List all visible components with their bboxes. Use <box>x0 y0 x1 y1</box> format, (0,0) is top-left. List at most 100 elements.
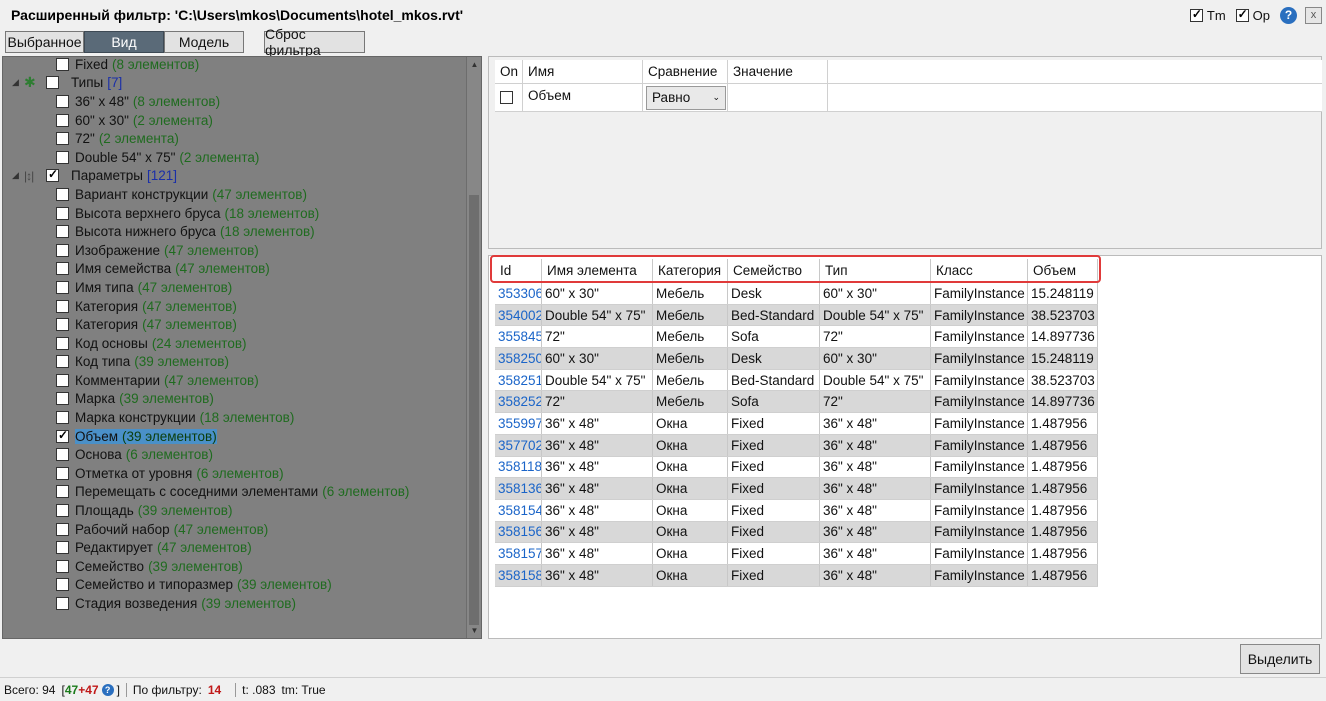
tree-item[interactable]: Семейство (39 элементов) <box>3 557 469 576</box>
help-icon[interactable]: ? <box>1280 6 1297 24</box>
table-row[interactable]: 357702 36" x 48" Окна Fixed 36" x 48" FamilyI… <box>495 434 1098 457</box>
tree-checkbox[interactable] <box>56 94 69 108</box>
col-header-comparison[interactable]: Сравнение <box>643 60 728 83</box>
tree-item[interactable]: Марка конструкции (18 элементов) <box>3 408 469 427</box>
element-id-link[interactable]: 358250 <box>495 348 542 369</box>
tree-item[interactable]: Вариант конструкции (47 элементов) <box>3 185 469 204</box>
tree-checkbox[interactable] <box>56 318 69 332</box>
tree-checkbox[interactable] <box>56 428 69 443</box>
table-row[interactable]: 358154 36" x 48" Окна Fixed 36" x 48" FamilyI… <box>495 499 1098 522</box>
element-id-link[interactable]: 358154 <box>495 499 542 521</box>
tree-checkbox[interactable] <box>56 373 69 387</box>
tm-checkbox[interactable] <box>1189 7 1203 22</box>
table-row[interactable]: 353306 60" x 30" Мебель Desk 60" x 30" Family… <box>495 283 1098 305</box>
table-row[interactable]: 354002 Double 54" x 75" Мебель Bed-Standard… <box>495 304 1098 327</box>
element-id-link[interactable]: 358136 <box>495 478 542 499</box>
element-id-link[interactable]: 358156 <box>495 521 542 543</box>
collapse-arrow-icon[interactable]: ◢ <box>12 170 22 181</box>
tree-item[interactable]: 36" x 48" (8 элементов) <box>3 92 469 111</box>
tree-checkbox[interactable] <box>56 355 69 369</box>
tree-checkbox[interactable] <box>56 150 69 164</box>
element-id-link[interactable]: 358158 <box>495 564 542 586</box>
tab-favorites[interactable]: Выбранное <box>5 31 84 53</box>
tree-item[interactable]: Стадия возведения (39 элементов) <box>3 594 469 613</box>
tree-checkbox[interactable] <box>56 597 69 611</box>
col-header-value[interactable]: Значение <box>728 60 828 83</box>
tree-item[interactable]: Имя семейства (47 элементов) <box>3 260 469 279</box>
tree-item[interactable]: Отметка от уровня (6 элементов) <box>3 464 469 483</box>
tree-item[interactable]: Основа (6 элементов) <box>3 445 469 464</box>
tree-item[interactable]: Рабочий набор (47 элементов) <box>3 520 469 539</box>
element-id-link[interactable]: 354002 <box>495 304 542 326</box>
tree-item[interactable]: Семейство и типоразмер (39 элементов) <box>3 576 469 595</box>
tree-checkbox[interactable] <box>56 485 69 499</box>
col-header[interactable]: Семейство <box>728 259 820 282</box>
tm-toggle[interactable]: Tm <box>1189 7 1226 23</box>
op-checkbox[interactable] <box>1235 7 1249 22</box>
tree-item[interactable]: Объем(39 элементов) <box>3 427 469 446</box>
tree-scrollbar[interactable]: ▲ ▼ <box>466 57 481 638</box>
tree-checkbox[interactable] <box>56 299 69 313</box>
comparison-select[interactable]: Равно ⌄ <box>646 85 726 110</box>
element-id-link[interactable]: 353306 <box>495 283 542 304</box>
element-id-link[interactable]: 355997 <box>495 413 542 434</box>
filter-tree[interactable]: Fixed (8 элементов) ◢ ✱ Типы [7] 36" x 4… <box>2 56 482 639</box>
table-row[interactable]: 358158 36" x 48" Окна Fixed 36" x 48" FamilyI… <box>495 564 1098 587</box>
tree-checkbox[interactable] <box>56 57 69 71</box>
tree-item[interactable]: Double 54" x 75" (2 элемента) <box>3 148 469 167</box>
condition-row[interactable]: Объем Равно ⌄ <box>495 84 1322 112</box>
element-id-link[interactable]: 355845 <box>495 326 542 348</box>
tree-checkbox[interactable] <box>56 262 69 276</box>
tree-group-params[interactable]: ◢ |↕| Параметры [121] <box>3 167 469 186</box>
element-id-link[interactable]: 358251 <box>495 369 542 391</box>
col-header[interactable]: Id <box>495 259 542 282</box>
col-header[interactable]: Тип <box>820 259 931 282</box>
tree-checkbox[interactable] <box>56 280 69 294</box>
tree-checkbox[interactable] <box>56 225 69 239</box>
tree-checkbox[interactable] <box>56 466 69 480</box>
tree-checkbox[interactable] <box>56 132 69 146</box>
element-id-link[interactable]: 358118 <box>495 456 542 478</box>
reset-filter-button[interactable]: Сброс фильтра <box>264 26 365 58</box>
tree-item[interactable]: Код основы (24 элементов) <box>3 334 469 353</box>
table-row[interactable]: 358157 36" x 48" Окна Fixed 36" x 48" FamilyI… <box>495 543 1098 565</box>
tree-item[interactable]: Высота нижнего бруса (18 элементов) <box>3 222 469 241</box>
col-header[interactable]: Объем <box>1028 259 1098 282</box>
tree-item[interactable]: Редактирует (47 элементов) <box>3 538 469 557</box>
tree-checkbox[interactable] <box>56 411 69 425</box>
col-header[interactable]: Категория <box>653 259 728 282</box>
help-icon[interactable]: ? <box>101 683 114 696</box>
tree-checkbox[interactable] <box>56 187 69 201</box>
tree-checkbox[interactable] <box>56 206 69 220</box>
element-id-link[interactable]: 358157 <box>495 543 542 564</box>
tree-item[interactable]: Комментарии (47 элементов) <box>3 371 469 390</box>
tree-item[interactable]: Изображение (47 элементов) <box>3 241 469 260</box>
condition-value-input[interactable] <box>728 84 828 111</box>
col-header[interactable]: Имя элемента <box>542 259 653 282</box>
tree-item[interactable]: 60" x 30" (2 элемента) <box>3 111 469 130</box>
tree-item[interactable]: Категория (47 элементов) <box>3 297 469 316</box>
scroll-up-icon[interactable]: ▲ <box>467 57 481 72</box>
scroll-down-icon[interactable]: ▼ <box>467 623 481 638</box>
element-id-link[interactable]: 357702 <box>495 434 542 456</box>
table-row[interactable]: 358118 36" x 48" Окна Fixed 36" x 48" FamilyI… <box>495 456 1098 479</box>
table-row[interactable]: 358250 60" x 30" Мебель Desk 60" x 30" Family… <box>495 348 1098 370</box>
element-id-link[interactable]: 358252 <box>495 391 542 413</box>
tree-item[interactable]: Категория (47 элементов) <box>3 315 469 334</box>
tree-item[interactable]: Код типа (39 элементов) <box>3 353 469 372</box>
table-row[interactable]: 358156 36" x 48" Окна Fixed 36" x 48" FamilyI… <box>495 521 1098 544</box>
table-row[interactable]: 358136 36" x 48" Окна Fixed 36" x 48" FamilyI… <box>495 478 1098 500</box>
tree-checkbox[interactable] <box>56 541 69 555</box>
col-header-on[interactable]: On <box>495 60 523 83</box>
tree-checkbox[interactable] <box>56 448 69 462</box>
tree-group-types[interactable]: ◢ ✱ Типы [7] <box>3 74 469 93</box>
tree-item[interactable]: Имя типа (47 элементов) <box>3 278 469 297</box>
tree-item[interactable]: Высота верхнего бруса (18 элементов) <box>3 204 469 223</box>
condition-on-checkbox[interactable] <box>500 91 513 104</box>
tree-item[interactable]: Площадь (39 элементов) <box>3 501 469 520</box>
table-row[interactable]: 355845 72" Мебель Sofa 72" FamilyInstance 14.8… <box>495 326 1098 349</box>
tree-checkbox[interactable] <box>56 504 69 518</box>
col-header-name[interactable]: Имя <box>523 60 643 83</box>
close-icon[interactable]: x <box>1305 6 1322 24</box>
tree-checkbox[interactable] <box>56 522 69 536</box>
